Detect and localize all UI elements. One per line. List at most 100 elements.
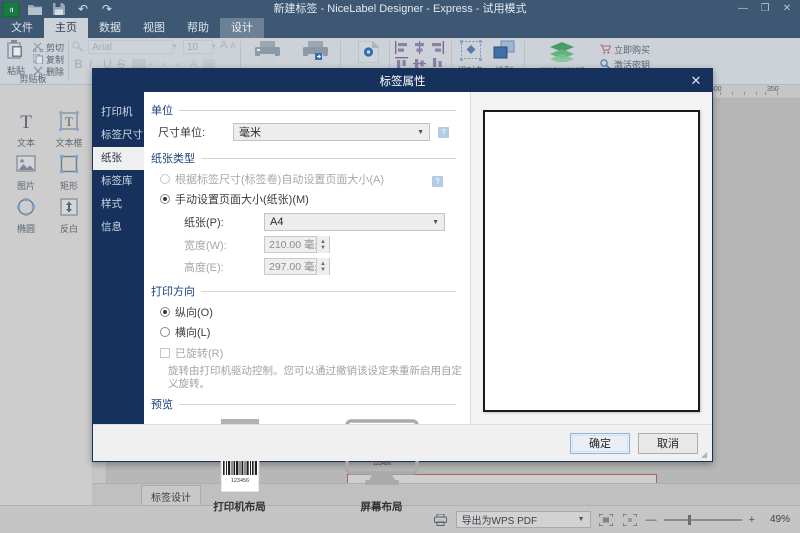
- font-family-caret-icon[interactable]: ▾: [173, 42, 181, 50]
- scissors-icon: [32, 42, 44, 54]
- auto-page-size-radio-row[interactable]: 根据标签尺寸(标签卷)自动设置页面大小(A): [160, 171, 432, 187]
- paper-type-help-icon[interactable]: ?: [432, 175, 443, 187]
- tab-home[interactable]: 主页: [44, 18, 88, 38]
- dialog-footer: 确定 取消 ◢: [93, 424, 712, 461]
- unit-select-value: 毫米: [239, 127, 261, 139]
- portrait-radio[interactable]: [160, 307, 170, 317]
- manual-page-size-radio[interactable]: [160, 194, 170, 204]
- manual-page-size-label: 手动设置页面大小(纸张)(M): [175, 194, 309, 206]
- align-left-icon[interactable]: [395, 41, 408, 57]
- buy-now-label: 立即购买: [614, 45, 651, 55]
- width-spinner[interactable]: ▲ ▼: [316, 236, 329, 253]
- nav-item-label-size[interactable]: 标签尺寸: [93, 124, 144, 147]
- manual-page-size-radio-row[interactable]: 手动设置页面大小(纸张)(M): [160, 191, 470, 207]
- tool-inverse[interactable]: 反白: [46, 196, 92, 235]
- dialog-nav: 打印机 标签尺寸 纸张 标签库 样式 信息: [93, 92, 144, 424]
- window-title: 新建标签 - NiceLabel Designer - Express - 试用…: [273, 3, 527, 15]
- height-input[interactable]: 297.00 毫米 ▲ ▼: [264, 258, 330, 275]
- font-format-painter-icon[interactable]: [72, 41, 84, 55]
- preview-group-rule: [179, 403, 456, 405]
- orientation-group-header: 打印方向: [151, 283, 456, 299]
- rotated-label: 已旋转(R): [175, 348, 224, 360]
- preview-group-title: 预览: [151, 399, 173, 411]
- page-preview-sheet: [483, 110, 700, 412]
- paper-type-group-rule: [201, 157, 456, 159]
- fit-page-icon[interactable]: [598, 512, 615, 527]
- nav-item-printer[interactable]: 打印机: [93, 101, 144, 124]
- tab-help[interactable]: 帮助: [176, 18, 220, 38]
- landscape-radio-row[interactable]: 横向(L): [160, 324, 470, 340]
- width-input[interactable]: 210.00 毫米 ▲ ▼: [264, 236, 330, 253]
- tool-rectangle[interactable]: 矩形: [46, 153, 92, 192]
- tool-ellipse-label: 椭圆: [16, 224, 35, 234]
- tool-textbox[interactable]: T 文本框: [46, 110, 92, 149]
- minimize-button[interactable]: —: [732, 0, 754, 18]
- screen-layout-caption: 屏幕布局: [360, 501, 403, 513]
- orientation-group-title: 打印方向: [151, 286, 195, 298]
- landscape-radio[interactable]: [160, 327, 170, 337]
- font-family-input[interactable]: Arial: [88, 40, 173, 54]
- landscape-label: 横向(L): [175, 327, 211, 339]
- shrink-font-button[interactable]: A: [230, 41, 236, 51]
- rotation-note: 旋转由打印机驱动控制。您可以通过撤销该设定来重新启用自定义旋转。: [168, 365, 462, 390]
- bold-button[interactable]: B: [74, 57, 83, 71]
- rotated-checkbox-row[interactable]: 已旋转(R): [160, 345, 470, 361]
- cart-icon: [600, 43, 612, 56]
- tab-data[interactable]: 数据: [88, 18, 132, 38]
- zoom-level-value: 49%: [769, 514, 790, 525]
- orientation-group-rule: [201, 290, 456, 292]
- zoom-slider-thumb[interactable]: [687, 514, 691, 525]
- tool-ellipse[interactable]: 椭圆: [3, 196, 49, 235]
- tool-rectangle-label: 矩形: [59, 181, 78, 191]
- align-right-icon[interactable]: [431, 41, 444, 57]
- tool-image[interactable]: 图片: [3, 153, 49, 192]
- nav-item-info[interactable]: 信息: [93, 216, 144, 239]
- unit-select[interactable]: 毫米 ▼: [233, 123, 430, 141]
- tool-inverse-label: 反白: [59, 224, 78, 234]
- auto-page-size-radio[interactable]: [160, 174, 170, 184]
- printer-layout-caption: 打印机布局: [213, 501, 266, 513]
- height-label: 高度(E):: [184, 261, 224, 274]
- svg-text:T: T: [65, 114, 73, 129]
- nav-item-style[interactable]: 样式: [93, 193, 144, 216]
- tool-text[interactable]: T 文本: [3, 110, 49, 149]
- close-button[interactable]: ✕: [776, 0, 798, 18]
- align-center-icon[interactable]: [413, 41, 426, 57]
- tab-view[interactable]: 视图: [132, 18, 176, 38]
- shading-button[interactable]: [203, 59, 215, 68]
- cancel-button[interactable]: 取消: [638, 432, 698, 454]
- fit-width-icon[interactable]: [622, 512, 639, 527]
- paper-select[interactable]: A4 ▼: [264, 213, 445, 231]
- svg-text:T: T: [20, 112, 32, 132]
- tab-design[interactable]: 设计: [220, 18, 264, 38]
- tool-text-label: 文本: [16, 138, 35, 148]
- clipboard-group-label: 剪贴板: [19, 74, 47, 84]
- zoom-in-button[interactable]: +: [749, 514, 755, 526]
- dialog-close-button[interactable]: ✕: [686, 69, 706, 92]
- width-row: 宽度(W): 210.00 毫米 ▲ ▼: [151, 236, 470, 253]
- font-size-caret-icon[interactable]: ▾: [212, 42, 216, 50]
- chevron-down-icon: ▼: [432, 219, 439, 226]
- height-row: 高度(E): 297.00 毫米 ▲ ▼: [151, 258, 470, 275]
- font-color-button[interactable]: [132, 59, 146, 68]
- printer-select-value: 导出为WPS PDF: [461, 516, 538, 527]
- printer-select[interactable]: 导出为WPS PDF ▼: [455, 511, 591, 528]
- rotated-checkbox[interactable]: [160, 348, 170, 358]
- zoom-slider[interactable]: [663, 514, 742, 526]
- portrait-radio-row[interactable]: 纵向(O): [160, 304, 470, 320]
- tab-file[interactable]: 文件: [0, 18, 44, 38]
- nav-item-paper[interactable]: 纸张: [93, 147, 144, 170]
- dialog-main: 单位 尺寸单位: 毫米 ▼ ? 纸张类型 根据标签尺寸(标签卷)自动设置页面大小…: [144, 92, 712, 513]
- nav-item-label-library[interactable]: 标签库: [93, 170, 144, 193]
- maximize-button[interactable]: ❐: [754, 0, 776, 18]
- grow-font-button[interactable]: A: [220, 39, 227, 51]
- buy-now-button[interactable]: 立即购买: [600, 43, 650, 56]
- ok-button[interactable]: 确定: [570, 432, 630, 454]
- unit-help-icon[interactable]: ?: [438, 126, 449, 138]
- font-size-input[interactable]: 10: [183, 40, 213, 54]
- svg-text:123456: 123456: [372, 461, 390, 467]
- ribbon-tabstrip: 文件 主页 数据 视图 帮助 设计: [0, 18, 800, 38]
- zoom-out-button[interactable]: —: [646, 514, 657, 526]
- resize-grip[interactable]: ◢: [701, 450, 710, 459]
- height-spinner[interactable]: ▲ ▼: [316, 258, 329, 275]
